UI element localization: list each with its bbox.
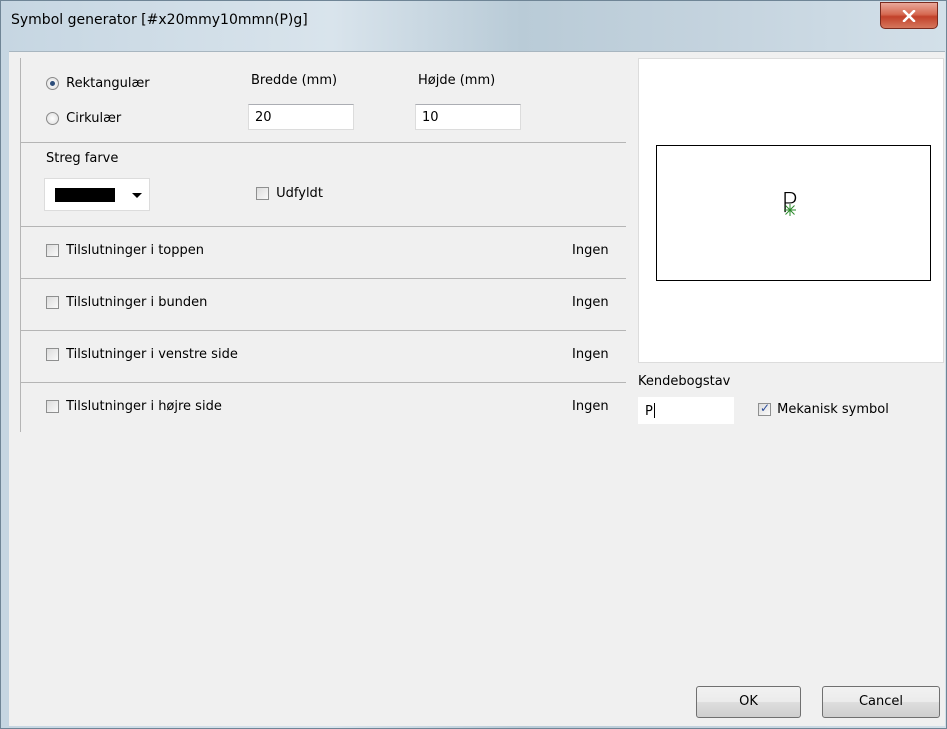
- symbol-preview: P: [638, 58, 944, 363]
- window-title: Symbol generator [#x20mmy10mmn(P)g]: [11, 12, 308, 28]
- fill-checkbox-box[interactable]: [256, 187, 269, 200]
- connection-top-value: Ingen: [572, 243, 609, 258]
- connection-bottom-label: Tilslutninger i bunden: [66, 295, 208, 310]
- connection-right-value: Ingen: [572, 399, 609, 414]
- x-icon: [902, 9, 916, 22]
- stroke-color-dropdown[interactable]: [44, 178, 150, 211]
- connection-left-value: Ingen: [572, 347, 609, 362]
- radio-rectangular-label: Rektangulær: [66, 76, 150, 91]
- mechanical-checkbox[interactable]: Mekanisk symbol: [758, 401, 889, 417]
- connection-row-top: Tilslutninger i toppen Ingen: [20, 226, 626, 278]
- connection-right-checkbox-box[interactable]: [46, 400, 59, 413]
- identifier-value: P: [645, 404, 653, 419]
- connection-bottom-checkbox[interactable]: Tilslutninger i bunden: [46, 295, 207, 310]
- fill-checkbox[interactable]: Udfyldt: [256, 186, 323, 201]
- radio-rectangular-dot[interactable]: [46, 77, 59, 90]
- cancel-button[interactable]: Cancel: [822, 686, 940, 718]
- connection-top-label: Tilslutninger i toppen: [66, 243, 204, 258]
- connection-left-label: Tilslutninger i venstre side: [66, 347, 238, 362]
- connection-row-bottom: Tilslutninger i bunden Ingen: [20, 278, 626, 330]
- connection-bottom-checkbox-box[interactable]: [46, 296, 59, 309]
- connection-row-right: Tilslutninger i højre side Ingen: [20, 382, 626, 432]
- connection-bottom-value: Ingen: [572, 295, 609, 310]
- mechanical-checkbox-label: Mekanisk symbol: [777, 402, 889, 417]
- connection-left-checkbox[interactable]: Tilslutninger i venstre side: [46, 347, 238, 362]
- identifier-label: Kendebogstav: [638, 374, 731, 389]
- fill-checkbox-label: Udfyldt: [276, 186, 323, 201]
- radio-circular-label: Cirkulær: [66, 111, 122, 126]
- radio-circular-dot[interactable]: [46, 112, 59, 125]
- symbol-center-marker: [784, 204, 796, 216]
- radio-rectangular[interactable]: Rektangulær: [46, 76, 150, 91]
- close-button[interactable]: [880, 2, 938, 29]
- text-cursor: [653, 403, 655, 418]
- connection-row-left: Tilslutninger i venstre side Ingen: [20, 330, 626, 382]
- ok-button[interactable]: OK: [696, 686, 801, 718]
- radio-circular[interactable]: Cirkulær: [46, 111, 121, 126]
- connection-right-label: Tilslutninger i højre side: [66, 399, 222, 414]
- width-input[interactable]: 20: [248, 104, 354, 130]
- height-input[interactable]: 10: [415, 104, 521, 130]
- chevron-down-icon: [132, 193, 142, 198]
- connection-left-checkbox-box[interactable]: [46, 348, 59, 361]
- symbol-outline: P: [656, 145, 931, 281]
- mechanical-checkbox-box[interactable]: [758, 401, 771, 416]
- height-label: Højde (mm): [418, 73, 496, 88]
- title-bar[interactable]: Symbol generator [#x20mmy10mmn(P)g]: [1, 1, 946, 39]
- identifier-input[interactable]: P: [638, 397, 734, 424]
- connection-right-checkbox[interactable]: Tilslutninger i højre side: [46, 399, 222, 414]
- stroke-color-label: Streg farve: [46, 151, 119, 166]
- color-swatch: [55, 188, 115, 202]
- width-label: Bredde (mm): [251, 73, 338, 88]
- connection-top-checkbox-box[interactable]: [46, 244, 59, 257]
- connection-top-checkbox[interactable]: Tilslutninger i toppen: [46, 243, 204, 258]
